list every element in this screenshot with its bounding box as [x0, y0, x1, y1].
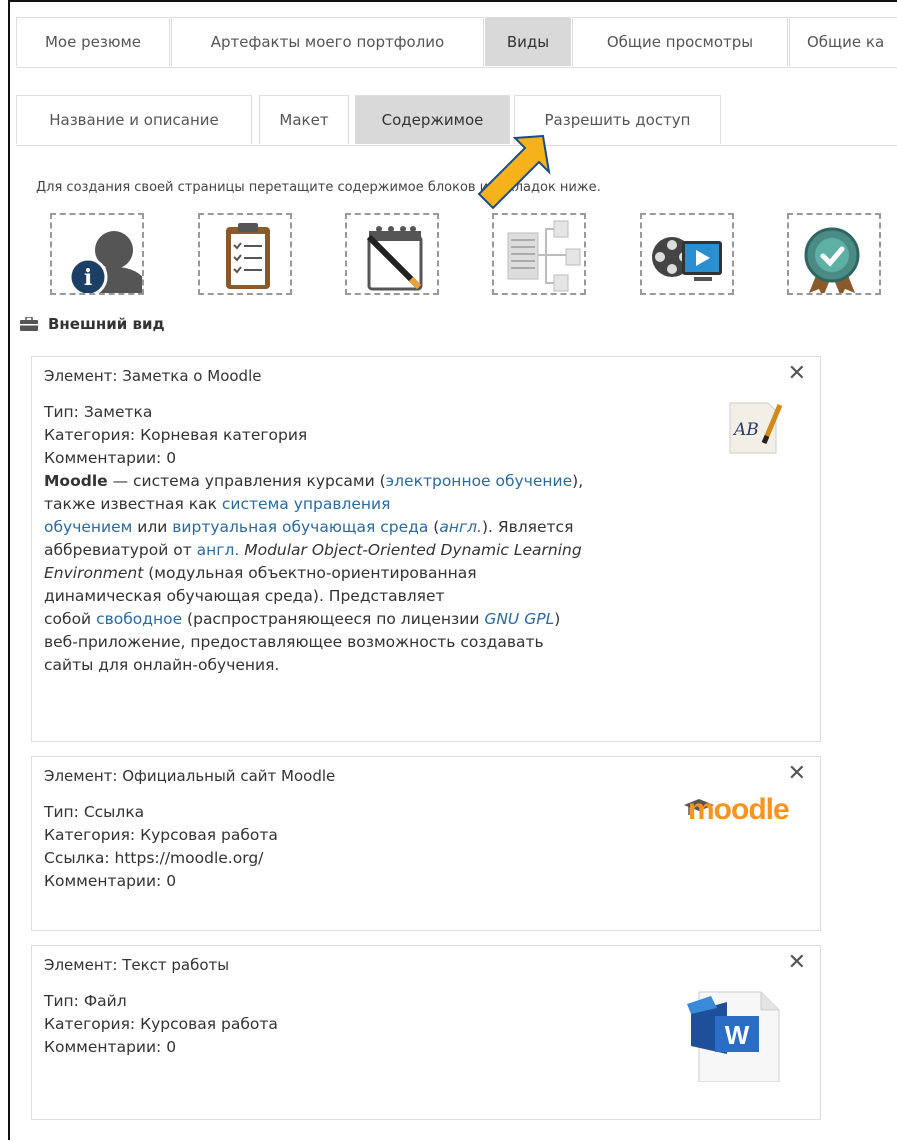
section-appearance: Внешний вид	[20, 315, 165, 333]
text: )	[554, 610, 561, 628]
palette-badges[interactable]	[787, 213, 881, 295]
link-line: Ссылка: https://moodle.org/	[44, 849, 264, 867]
notepad-pencil-icon	[366, 226, 423, 291]
svg-text:W: W	[725, 1020, 750, 1050]
word-document-icon: W	[687, 991, 780, 1082]
user-info-icon: i	[68, 231, 142, 293]
text: также известная как	[44, 495, 222, 513]
badge-check-icon	[804, 227, 860, 293]
link-lms[interactable]: система управления	[222, 495, 391, 513]
tab-shared-more[interactable]: Общие ка	[789, 17, 897, 66]
text-italic: Environment	[44, 564, 144, 582]
svg-text:i: i	[84, 265, 92, 291]
type-line: Тип: Ссылка	[44, 803, 145, 821]
link-elearning[interactable]: электронное обучение	[386, 472, 573, 490]
tab-portfolio-artefacts[interactable]: Артефакты моего портфолио	[171, 17, 484, 66]
link-lms-2[interactable]: обучением	[44, 518, 132, 536]
palette-note[interactable]	[345, 213, 439, 295]
text: ). Является	[481, 518, 574, 536]
film-reel-video-icon	[652, 237, 722, 281]
moodle-logo-icon: moodle	[684, 793, 824, 833]
text: динамическая обучающая среда). Представл…	[44, 587, 445, 605]
text: (	[428, 518, 440, 536]
palette-user-info[interactable]: i	[50, 213, 144, 295]
tab-shared-views[interactable]: Общие просмотры	[572, 17, 788, 66]
text: или	[132, 518, 173, 536]
block-moodle-site[interactable]: Элемент: Официальный сайт Moodle ✕ moodl…	[31, 756, 821, 931]
palette-checklist[interactable]	[198, 213, 292, 295]
clipboard-checklist-icon	[226, 223, 270, 289]
briefcase-icon	[20, 317, 38, 331]
category-line: Категория: Корневая категория	[44, 426, 308, 444]
link-gnu-gpl[interactable]: GNU GPL	[484, 610, 554, 628]
comments-line: Комментарии: 0	[44, 1038, 177, 1056]
link-engl[interactable]: англ.	[439, 518, 482, 536]
block-title: Элемент: Текст работы	[44, 956, 230, 974]
tab-title-description[interactable]: Название и описание	[16, 95, 252, 144]
tab-my-resume[interactable]: Мое резюме	[16, 17, 170, 66]
type-line: Тип: Файл	[44, 992, 127, 1010]
close-icon[interactable]: ✕	[788, 363, 806, 385]
ab-note-icon: AB	[729, 402, 783, 454]
palette-plans[interactable]	[492, 213, 586, 295]
note-text: Moodle — система управления курсами (эле…	[44, 470, 724, 677]
text: ),	[572, 472, 584, 490]
text-italic: Modular Object-Oriented Dynamic Learning	[239, 541, 582, 559]
category-line: Категория: Курсовая работа	[44, 826, 278, 844]
link-free-software[interactable]: свободное	[96, 610, 182, 628]
comments-line: Комментарии: 0	[44, 449, 177, 467]
highlight-arrow	[477, 134, 551, 210]
close-icon[interactable]: ✕	[788, 952, 806, 974]
block-title: Элемент: Заметка о Moodle	[44, 367, 262, 385]
text: (распространяющееся по лицензии	[182, 610, 485, 628]
text: сайты для онлайн-обучения.	[44, 656, 280, 674]
block-body: Тип: Заметка Категория: Корневая категор…	[44, 401, 724, 677]
link-vle[interactable]: виртуальная обучающая среда	[172, 518, 428, 536]
edit-subtabs: Название и описание Макет Содержимое Раз…	[16, 95, 897, 146]
text: аббревиатурой от	[44, 541, 197, 559]
type-line: Тип: Заметка	[44, 403, 153, 421]
tab-layout[interactable]: Макет	[259, 95, 349, 144]
text: — система управления курсами (	[107, 472, 386, 490]
main-tabs: Мое резюме Артефакты моего портфолио Вид…	[16, 17, 897, 68]
text: собой	[44, 610, 97, 628]
text: веб-приложение, предоставляющее возможно…	[44, 633, 544, 651]
table-hierarchy-icon	[507, 220, 581, 292]
block-title: Элемент: Официальный сайт Moodle	[44, 767, 336, 785]
text: (модульная объектно-ориентированная	[143, 564, 477, 582]
block-body: Тип: Ссылка Категория: Курсовая работа С…	[44, 801, 278, 893]
palette-media[interactable]	[640, 213, 734, 295]
bold-term: Moodle	[44, 472, 108, 490]
link-engl-2[interactable]: англ.	[197, 541, 240, 559]
category-line: Категория: Курсовая работа	[44, 1015, 278, 1033]
block-work-text[interactable]: Элемент: Текст работы ✕ W Тип: Файл Кате…	[31, 945, 821, 1120]
block-body: Тип: Файл Категория: Курсовая работа Ком…	[44, 990, 278, 1059]
moodle-logo-text: moodle	[688, 793, 790, 826]
section-title: Внешний вид	[48, 315, 165, 333]
block-note-moodle[interactable]: Элемент: Заметка о Moodle ✕ AB Тип: Заме…	[31, 356, 821, 742]
tab-views[interactable]: Виды	[485, 17, 571, 66]
comments-line: Комментарии: 0	[44, 872, 177, 890]
svg-text:AB: AB	[732, 420, 759, 440]
close-icon[interactable]: ✕	[788, 763, 806, 785]
